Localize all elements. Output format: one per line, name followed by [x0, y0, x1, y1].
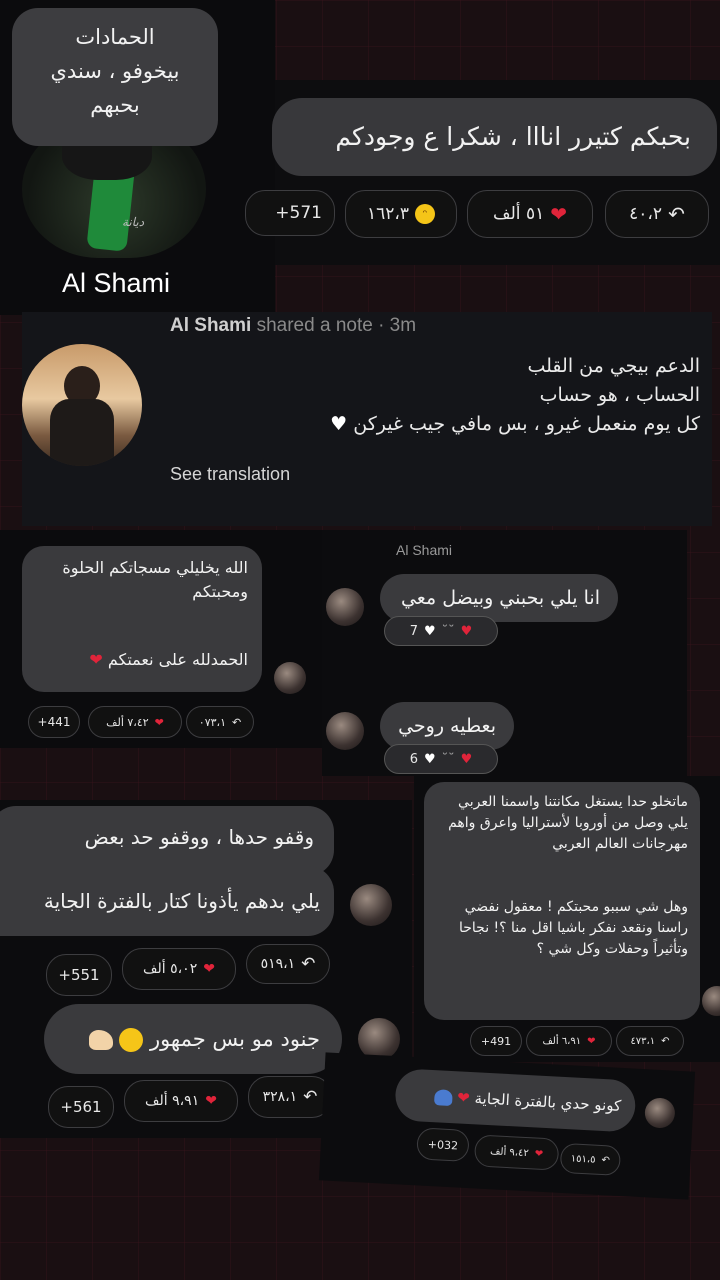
- white-heart-icon: ♥: [423, 751, 436, 767]
- note-author[interactable]: Al Shami: [170, 315, 251, 336]
- comment-bubble: كونو حدي بالفترة الجاية ❤: [394, 1068, 637, 1133]
- heart-icon: ❤: [154, 715, 164, 729]
- shared-note-panel: Al Shami shared a note · 3m الدعم بيجي م…: [22, 312, 712, 526]
- message-bubble-1: انا يلي بحبني وبيضل معي: [380, 574, 618, 622]
- reply-bubble: بحبكم كتيرر انااا ، شكرا ع وجودكم: [272, 98, 717, 176]
- like-reaction-button[interactable]: ٥١ ألف ❤: [467, 190, 593, 238]
- reply-count-button[interactable]: ٤٧٣،١ ↶: [616, 1026, 684, 1056]
- note-line: الحساب ، هو حساب: [539, 384, 700, 406]
- sad-face-icon: ˘˘: [441, 623, 455, 639]
- top-reply-panel: بحبكم كتيرر انااا ، شكرا ع وجودكم ٤٠،٢ ↶…: [245, 80, 720, 265]
- comment-bubble: الله يخليلي مسجاتكم الحلوة ومحبتكم الحمد…: [22, 546, 262, 692]
- laugh-emoji-icon: ᵔ: [415, 204, 435, 224]
- like-reaction-button[interactable]: ٧،٤٢ ألف ❤: [88, 706, 182, 738]
- commenter-avatar[interactable]: [702, 986, 720, 1016]
- heart-icon: ❤: [89, 650, 103, 669]
- heart-icon: ♥: [460, 751, 473, 767]
- comment-panel-1: الله يخليلي مسجاتكم الحلوة ومحبتكم الحمد…: [0, 530, 322, 748]
- note-line: الدعم بيجي من القلب: [527, 355, 700, 377]
- more-replies-button[interactable]: +032: [416, 1127, 470, 1163]
- sad-face-icon: ˘˘: [441, 751, 455, 767]
- sender-avatar[interactable]: [326, 712, 364, 750]
- commenter-avatar[interactable]: [274, 662, 306, 694]
- more-replies-button[interactable]: +551: [46, 954, 112, 996]
- note-line-last: كل يوم منعمل غيرو ، بس مافي جيب غيركن ♥: [330, 413, 700, 435]
- comment-panel-2: وقفو حدها ، ووقفو حد بعض يلي بدهم يأذونا…: [0, 800, 412, 998]
- profile-name: Al Shami: [61, 268, 171, 298]
- like-reaction-button[interactable]: ٥،٠٢ ألف ❤: [122, 948, 236, 990]
- reply-count-button[interactable]: ٤٠،٢ ↶: [605, 190, 709, 238]
- comment-bubble: ماتخلو حدا يستغل مكانتنا واسمنا العربي ي…: [424, 782, 700, 1020]
- reply-arrow-icon: ↶: [668, 202, 685, 226]
- note-author-avatar[interactable]: [22, 344, 142, 466]
- messages-panel: Al Shami انا يلي بحبني وبيضل معي 7 ♥ ˘˘ …: [322, 530, 687, 776]
- heart-icon: ❤: [534, 1147, 544, 1160]
- sender-avatar[interactable]: [326, 588, 364, 626]
- reply-arrow-icon: ↶: [601, 1154, 611, 1166]
- profile-panel: ديانة الحمادات بيخوفو ، سندي بحبهم Al Sh…: [0, 0, 275, 315]
- note-meta: shared a note · 3m: [256, 315, 417, 336]
- likes-count: ٥١ ألف: [493, 204, 545, 224]
- reply-count-button[interactable]: ١٥١،٥ ↶: [559, 1142, 622, 1176]
- reply-arrow-icon: ↶: [303, 1087, 318, 1107]
- reply-arrow-icon: ↶: [301, 954, 316, 974]
- more-count: +571: [275, 203, 322, 223]
- caption-line: الحمادات: [75, 25, 155, 49]
- comment-bubble: جنود مو بس جمهور: [44, 1004, 342, 1074]
- white-heart-icon: ♥: [330, 413, 348, 435]
- message-reactions-2[interactable]: 6 ♥ ˘˘ ♥: [384, 744, 498, 774]
- reply-count-button[interactable]: ٥١٩،١ ↶: [246, 944, 330, 984]
- commenter-avatar[interactable]: [644, 1097, 676, 1129]
- flexed-bicep-icon: [88, 1030, 113, 1050]
- heart-icon: ❤: [456, 1088, 471, 1108]
- see-translation-link[interactable]: See translation: [170, 464, 290, 485]
- message-sender: Al Shami: [396, 542, 453, 558]
- more-replies-button[interactable]: +491: [470, 1026, 522, 1056]
- reply-count-button[interactable]: ٠٧٣،١ ↶: [186, 706, 254, 738]
- reply-arrow-icon: ↶: [231, 715, 242, 729]
- reply-arrow-icon: ↶: [661, 1035, 670, 1047]
- comment-panel-right-1: ماتخلو حدا يستغل مكانتنا واسمنا العربي ي…: [414, 776, 720, 1062]
- like-reaction-button[interactable]: ٩،٩١ ألف ❤: [124, 1080, 238, 1122]
- more-replies-button[interactable]: +561: [48, 1086, 114, 1128]
- laughs-count: ١٦٢،٣: [366, 204, 409, 224]
- white-heart-icon: ♥: [423, 623, 436, 639]
- message-reactions-1[interactable]: 7 ♥ ˘˘ ♥: [384, 616, 498, 646]
- heart-icon: ❤: [203, 961, 215, 977]
- heart-icon: ❤: [205, 1093, 217, 1109]
- more-replies-button[interactable]: +441: [28, 706, 80, 738]
- profile-caption-bubble: الحمادات بيخوفو ، سندي بحبهم: [12, 8, 218, 146]
- note-body: الدعم بيجي من القلب الحساب ، هو حساب كل …: [180, 352, 700, 439]
- like-reaction-button[interactable]: ٦،٩١ ألف ❤: [526, 1026, 612, 1056]
- people-hugging-icon: [434, 1088, 453, 1106]
- reply-count: ٤٠،٢: [629, 204, 663, 224]
- note-header: Al Shami shared a note · 3m: [170, 315, 416, 337]
- heart-icon: ♥: [460, 623, 473, 639]
- heart-icon: ❤: [550, 202, 567, 226]
- like-reaction-button[interactable]: ٩،٤٢ ألف ❤: [473, 1134, 560, 1171]
- caption-line: بحبهم: [90, 93, 140, 117]
- heart-icon: ❤: [587, 1035, 596, 1047]
- laugh-reaction-button[interactable]: ١٦٢،٣ ᵔ: [345, 190, 457, 238]
- watermark-text: ديانة: [122, 215, 145, 229]
- caption-line: بيخوفو ، سندي: [50, 59, 180, 83]
- commenter-avatar[interactable]: [350, 884, 392, 926]
- more-replies-button[interactable]: +571: [245, 190, 335, 236]
- message-bubble-2: بعطيه روحي: [380, 702, 514, 750]
- comment-bubble-bottom: يلي بدهم يأذونا كتار بالفترة الجاية: [0, 866, 334, 936]
- reply-count-button[interactable]: ٣٢٨،١ ↶: [248, 1076, 332, 1118]
- saluting-face-icon: [119, 1028, 144, 1052]
- comment-panel-right-2: كونو حدي بالفترة الجاية ❤ ١٥١،٥ ↶ ٩،٤٢ أ…: [318, 1052, 696, 1200]
